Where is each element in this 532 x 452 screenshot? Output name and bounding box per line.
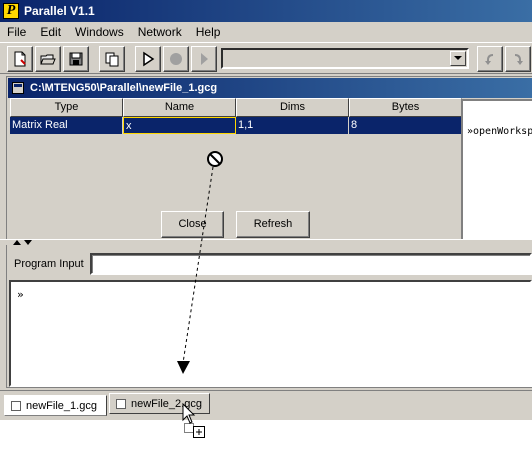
step-icon — [201, 53, 208, 65]
menu-file[interactable]: File — [0, 22, 33, 42]
combo-dropdown-button[interactable] — [450, 51, 466, 66]
tab-label: newFile_2.gcg — [131, 397, 202, 410]
no-drop-icon — [207, 151, 223, 167]
run-icon — [143, 51, 155, 67]
program-input-field[interactable] — [90, 253, 532, 275]
cell-type[interactable]: Matrix Real — [10, 117, 123, 134]
redo-button[interactable] — [505, 46, 531, 72]
program-input-label: Program Input — [14, 258, 84, 270]
copy-button[interactable] — [99, 46, 125, 72]
menu-network[interactable]: Network — [131, 22, 189, 42]
open-folder-icon — [40, 54, 56, 65]
save-icon — [69, 52, 83, 66]
column-header-type[interactable]: Type — [10, 98, 123, 117]
redo-icon — [514, 54, 523, 65]
menu-windows[interactable]: Windows — [68, 22, 131, 42]
file-icon — [116, 398, 126, 409]
menu-bar: File Edit Windows Network Help — [0, 22, 532, 42]
new-file-button[interactable] — [7, 46, 33, 72]
menu-help[interactable]: Help — [189, 22, 228, 42]
document-title: C:\MTENG50\Parallel\newFile_1.gcg — [30, 82, 218, 94]
close-button[interactable]: Close — [161, 211, 224, 238]
cell-bytes[interactable]: 8 — [349, 117, 462, 134]
column-header-bytes[interactable]: Bytes — [349, 98, 462, 117]
output-text: »openWorkspace — [467, 126, 532, 137]
copy-icon — [105, 52, 119, 67]
step-button[interactable] — [191, 46, 217, 72]
window-title: Parallel V1.1 — [24, 4, 95, 18]
file-icon — [11, 400, 21, 411]
stop-button[interactable] — [163, 46, 189, 72]
undo-icon — [485, 54, 494, 65]
undo-button[interactable] — [477, 46, 503, 72]
toolbar — [0, 42, 532, 74]
tab-label: newFile_1.gcg — [26, 399, 97, 412]
toolbar-combo[interactable] — [221, 48, 469, 69]
cell-name[interactable]: x — [123, 117, 236, 134]
console-prompt: » — [17, 288, 24, 301]
tab-newfile-2[interactable]: newFile_2.gcg — [109, 393, 210, 414]
splitter[interactable] — [0, 239, 532, 245]
splitter-arrows-icon[interactable] — [12, 239, 36, 245]
save-button[interactable] — [63, 46, 89, 72]
title-bar[interactable]: P Parallel V1.1 — [0, 0, 532, 22]
tab-newfile-1[interactable]: newFile_1.gcg — [4, 395, 107, 416]
console-output[interactable]: » — [9, 280, 532, 387]
new-file-icon — [14, 51, 26, 67]
output-panel[interactable]: »openWorkspace — [461, 99, 532, 239]
document-title-bar[interactable]: C:\MTENG50\Parallel\newFile_1.gcg — [8, 78, 532, 98]
column-header-name[interactable]: Name — [123, 98, 236, 117]
open-button[interactable] — [35, 46, 61, 72]
menu-edit[interactable]: Edit — [33, 22, 68, 42]
stop-icon — [170, 53, 182, 65]
drag-copy-icon — [184, 423, 205, 438]
app-window: P Parallel V1.1 File Edit Windows Networ… — [0, 0, 532, 420]
column-header-dims[interactable]: Dims — [236, 98, 349, 117]
cell-dims[interactable]: 1,1 — [236, 117, 349, 134]
file-tab-bar: newFile_1.gcg newFile_2.gcg — [0, 390, 532, 420]
run-button[interactable] — [135, 46, 161, 72]
document-icon — [12, 82, 24, 94]
table-row[interactable]: Matrix Real x 1,1 8 — [10, 117, 462, 134]
chevron-down-icon — [454, 56, 462, 60]
refresh-button[interactable]: Refresh — [236, 211, 310, 238]
app-logo-icon: P — [3, 3, 19, 19]
